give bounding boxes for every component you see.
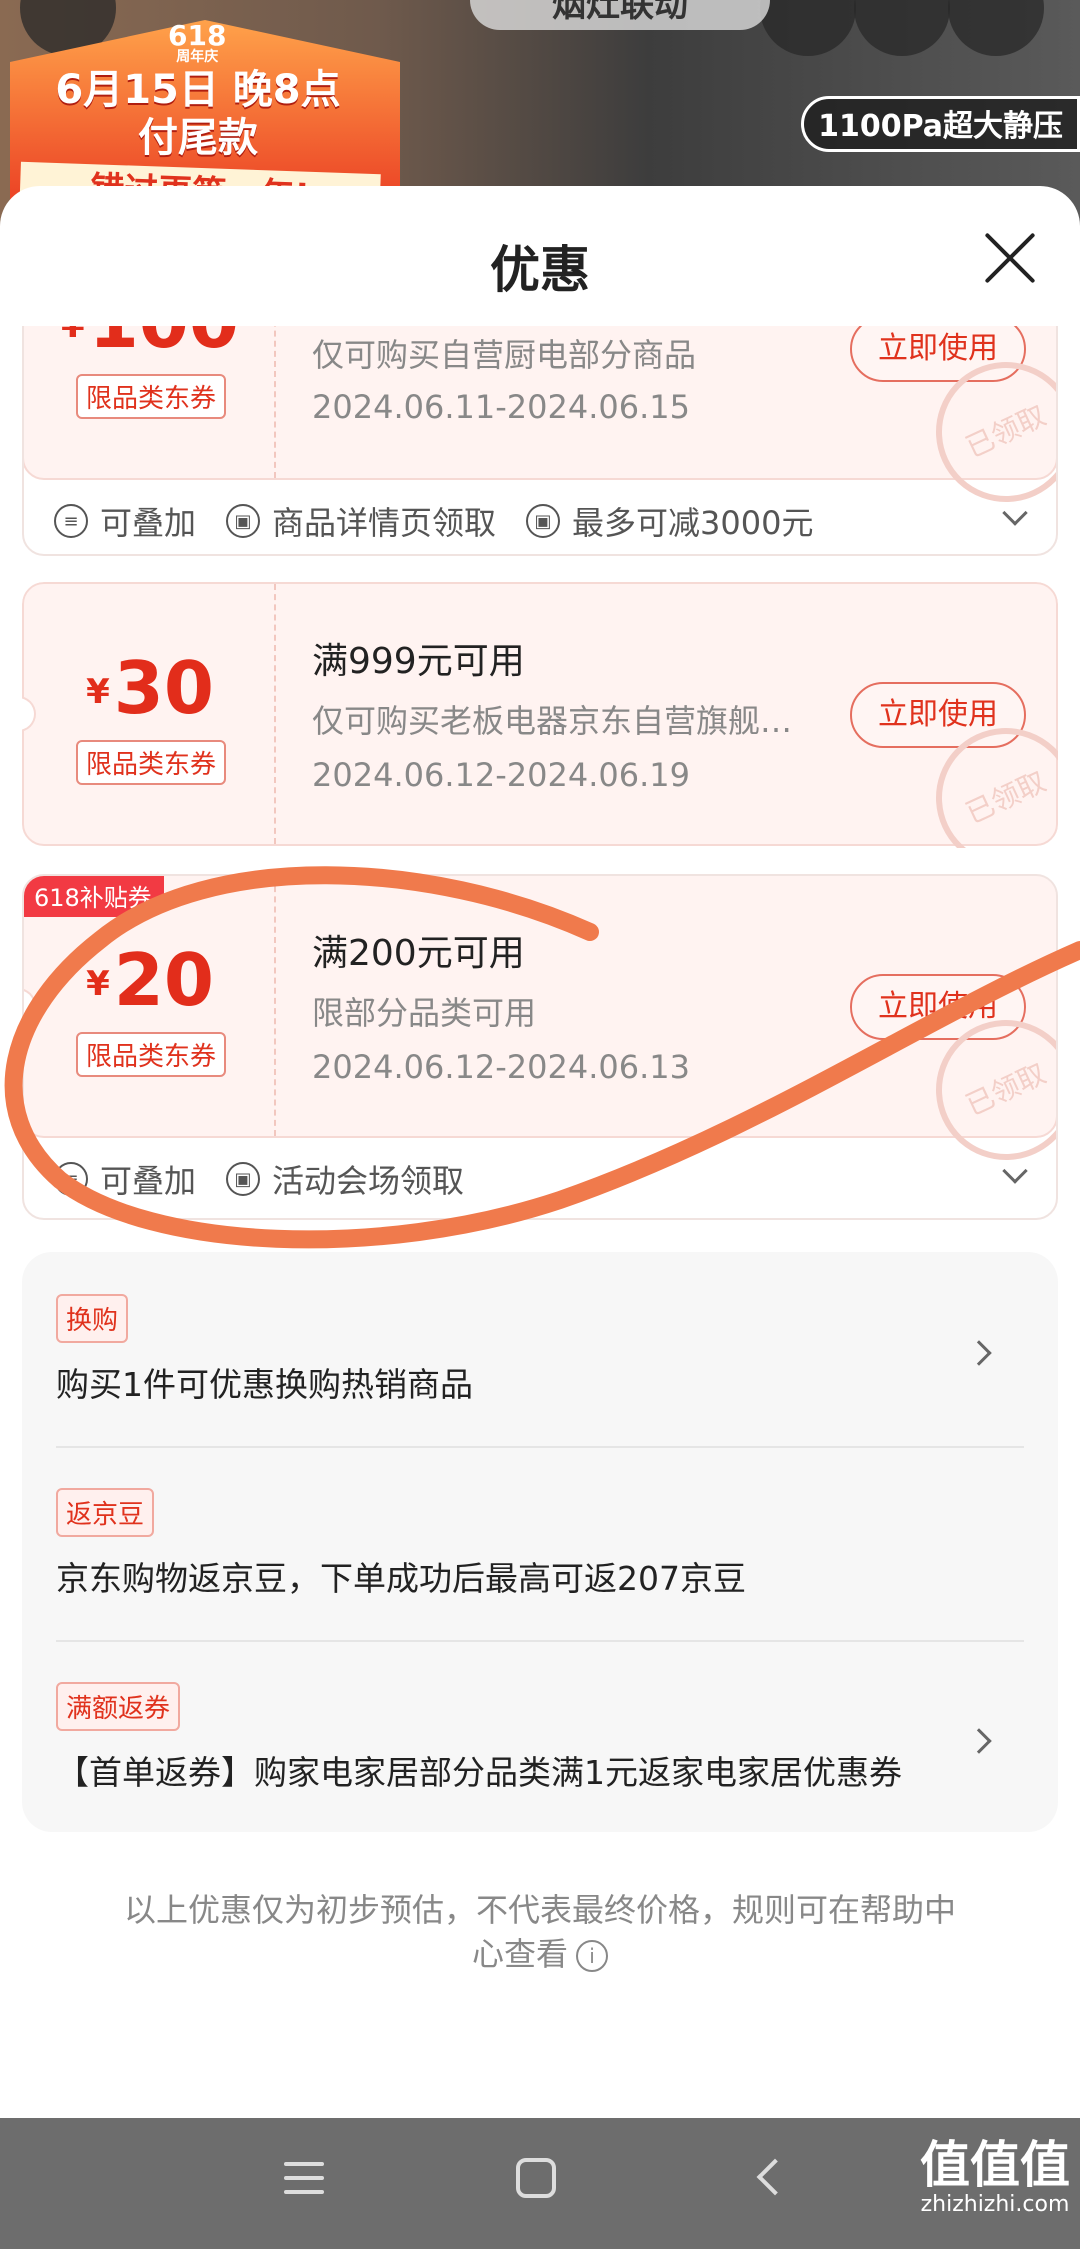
ticket-icon: ▣ xyxy=(226,504,260,538)
coupon-desc: 仅可购买自营厨电部分商品 xyxy=(312,336,697,374)
promotion-row-exchange[interactable]: 换购 购买1件可优惠换购热销商品 xyxy=(56,1294,1024,1414)
coupon-date: 2024.06.12-2024.06.13 xyxy=(312,1048,690,1086)
coupon-threshold: 满200元可用 xyxy=(312,933,525,974)
stackable-label: ≡ 可叠加 xyxy=(54,498,196,544)
coupon-amount: ¥30 xyxy=(86,646,214,730)
product-title-pill: 烟灶联动 xyxy=(470,0,770,30)
coupon-desc: 限部分品类可用 xyxy=(312,994,537,1032)
promotion-tag: 满额返券 xyxy=(56,1682,181,1731)
promotion-row-jingdou: 返京豆 京东购物返京豆，下单成功后最高可返207京豆 xyxy=(56,1488,1024,1608)
coupon-date: 2024.06.12-2024.06.19 xyxy=(312,756,690,794)
promotion-text: 京东购物返京豆，下单成功后最高可返207京豆 xyxy=(56,1559,746,1598)
anniversary-badge: 618 周年庆 xyxy=(168,19,227,65)
coupon-footer: ≡ 可叠加 ▣ 活动会场领取 xyxy=(24,1138,1056,1216)
stackable-label: ≡ 可叠加 xyxy=(54,1156,196,1202)
more-button[interactable] xyxy=(948,0,1044,56)
discount-sheet: 优惠 ¥100 限品类东券 仅可购买自营厨电部分商品 2024.06.11-20… xyxy=(0,186,1080,2118)
info-icon[interactable]: i xyxy=(576,1940,608,1972)
coupon-desc: 仅可购买老板电器京东自营旗舰店部分商品 xyxy=(312,702,822,740)
ticket-icon: ▣ xyxy=(226,1162,260,1196)
chevron-down-icon[interactable] xyxy=(1002,500,1028,526)
promotions-card: 换购 购买1件可优惠换购热销商品 返京豆 京东购物返京豆，下单成功后最高可返20… xyxy=(22,1252,1058,1832)
spec-badge: 1100Pa超大静压 xyxy=(801,96,1080,152)
source-label: ▣ 商品详情页领取 xyxy=(226,498,496,544)
coupon-date: 2024.06.11-2024.06.15 xyxy=(312,388,690,426)
promotion-row-coupon-return[interactable]: 满额返券 【首单返券】购家电家居部分品类满1元返家电家居优惠券 xyxy=(56,1682,1024,1802)
share-button[interactable] xyxy=(854,0,950,56)
disclaimer: 以上优惠仅为初步预估，不代表最终价格，规则可在帮助中心查看 i xyxy=(123,1891,956,1973)
divider xyxy=(56,1446,1024,1448)
max-discount-label: ▣ 最多可减3000元 xyxy=(526,498,813,544)
close-icon[interactable] xyxy=(980,228,1040,288)
coupon-card: 618补贴券 ¥20 限品类东券 满200元可用 限部分品类可用 2024.06… xyxy=(22,874,1058,1220)
promotion-tag: 换购 xyxy=(56,1294,129,1343)
coupon-body: ¥100 限品类东券 仅可购买自营厨电部分商品 2024.06.11-2024.… xyxy=(24,326,1056,526)
watermark: 值值值 zhizhizhi.com xyxy=(920,2136,1070,2217)
coupon-category-tag: 限品类东券 xyxy=(76,1032,227,1077)
back-icon[interactable] xyxy=(756,2158,794,2196)
menu-icon[interactable] xyxy=(284,2162,324,2204)
coupon-threshold: 满999元可用 xyxy=(312,641,525,682)
coupon-card: ¥100 限品类东券 仅可购买自营厨电部分商品 2024.06.11-2024.… xyxy=(22,326,1058,556)
subsidy-corner-tag: 618补贴券 xyxy=(24,876,164,917)
coupon-amount: ¥100 xyxy=(61,326,239,364)
coupon-category-tag: 限品类东券 xyxy=(76,374,227,419)
system-nav-bar: 值值值 zhizhizhi.com xyxy=(0,2118,1080,2249)
promotion-tag: 返京豆 xyxy=(56,1488,155,1537)
sheet-header: 优惠 xyxy=(0,186,1080,326)
coupon-category-tag: 限品类东券 xyxy=(76,740,227,785)
divider xyxy=(56,1640,1024,1642)
coupon-body: ¥30 限品类东券 满999元可用 仅可购买老板电器京东自营旗舰店部分商品 20… xyxy=(22,582,1058,848)
coupon-card: ¥30 限品类东券 满999元可用 仅可购买老板电器京东自营旗舰店部分商品 20… xyxy=(22,582,1058,848)
chevron-right-icon[interactable] xyxy=(966,1728,992,1754)
home-icon[interactable] xyxy=(516,2158,556,2198)
chevron-down-icon[interactable] xyxy=(1002,1158,1028,1184)
favorite-button[interactable] xyxy=(760,0,856,56)
promo-headline: 6月15日 晚8点 付尾款 xyxy=(55,67,341,161)
stack-icon: ≡ xyxy=(54,1162,88,1196)
chevron-right-icon[interactable] xyxy=(966,1340,992,1366)
promotion-text: 【首单返券】购家电家居部分品类满1元返家电家居优惠券 xyxy=(56,1753,902,1792)
coupon-body: 618补贴券 ¥20 限品类东券 满200元可用 限部分品类可用 2024.06… xyxy=(24,876,1056,1184)
coupon-footer: ≡ 可叠加 ▣ 商品详情页领取 ▣ 最多可减3000元 xyxy=(24,480,1056,554)
sheet-title: 优惠 xyxy=(490,241,590,299)
source-label: ▣ 活动会场领取 xyxy=(226,1156,464,1202)
ticket-icon: ▣ xyxy=(526,504,560,538)
coupon-scroll-area[interactable]: ¥100 限品类东券 仅可购买自营厨电部分商品 2024.06.11-2024.… xyxy=(0,326,1080,2118)
coupon-amount: ¥20 xyxy=(86,938,214,1022)
stack-icon: ≡ xyxy=(54,504,88,538)
promotion-text: 购买1件可优惠换购热销商品 xyxy=(56,1365,473,1404)
